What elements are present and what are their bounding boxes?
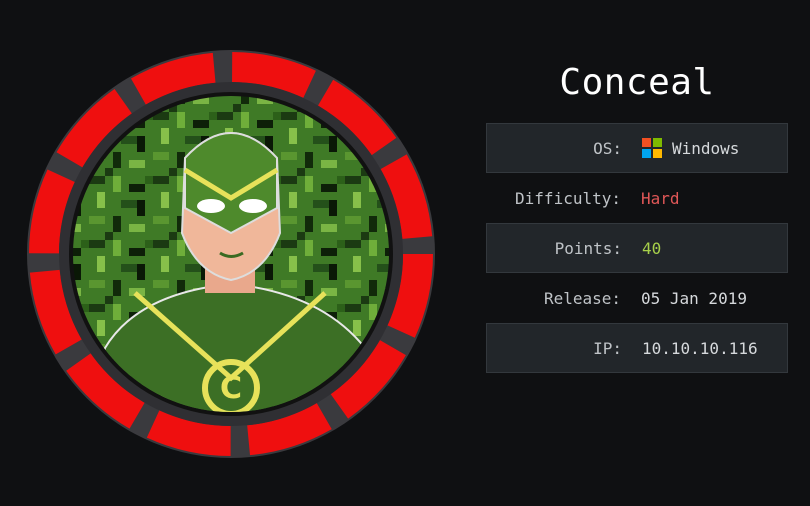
ip-row: IP: 10.10.10.116: [486, 323, 788, 373]
ip-value: 10.10.10.116: [642, 338, 758, 358]
release-value: 05 Jan 2019: [641, 288, 747, 308]
ip-label: IP:: [593, 338, 622, 358]
difficulty-value: Hard: [641, 188, 680, 208]
os-row: OS: Windows: [486, 123, 788, 173]
release-label: Release:: [543, 288, 621, 308]
release-row: Release: 05 Jan 2019: [486, 273, 788, 323]
difficulty-row: Difficulty: Hard: [486, 173, 788, 223]
masked-hero-avatar-icon: C: [27, 50, 435, 458]
avatar-emblem-letter: C: [220, 371, 242, 406]
os-value: Windows: [672, 138, 740, 158]
windows-logo-icon: [642, 138, 662, 158]
points-value: 40: [642, 238, 662, 258]
os-label: OS:: [593, 138, 622, 158]
machine-info-table: OS: Windows Difficulty: Hard Points: 40 …: [486, 123, 788, 373]
machine-title: Conceal: [559, 62, 715, 103]
points-label: Points:: [554, 238, 622, 258]
machine-avatar: C: [25, 48, 437, 460]
difficulty-label: Difficulty:: [515, 188, 621, 208]
os-value-wrap: Windows: [642, 138, 739, 158]
points-row: Points: 40: [486, 223, 788, 273]
